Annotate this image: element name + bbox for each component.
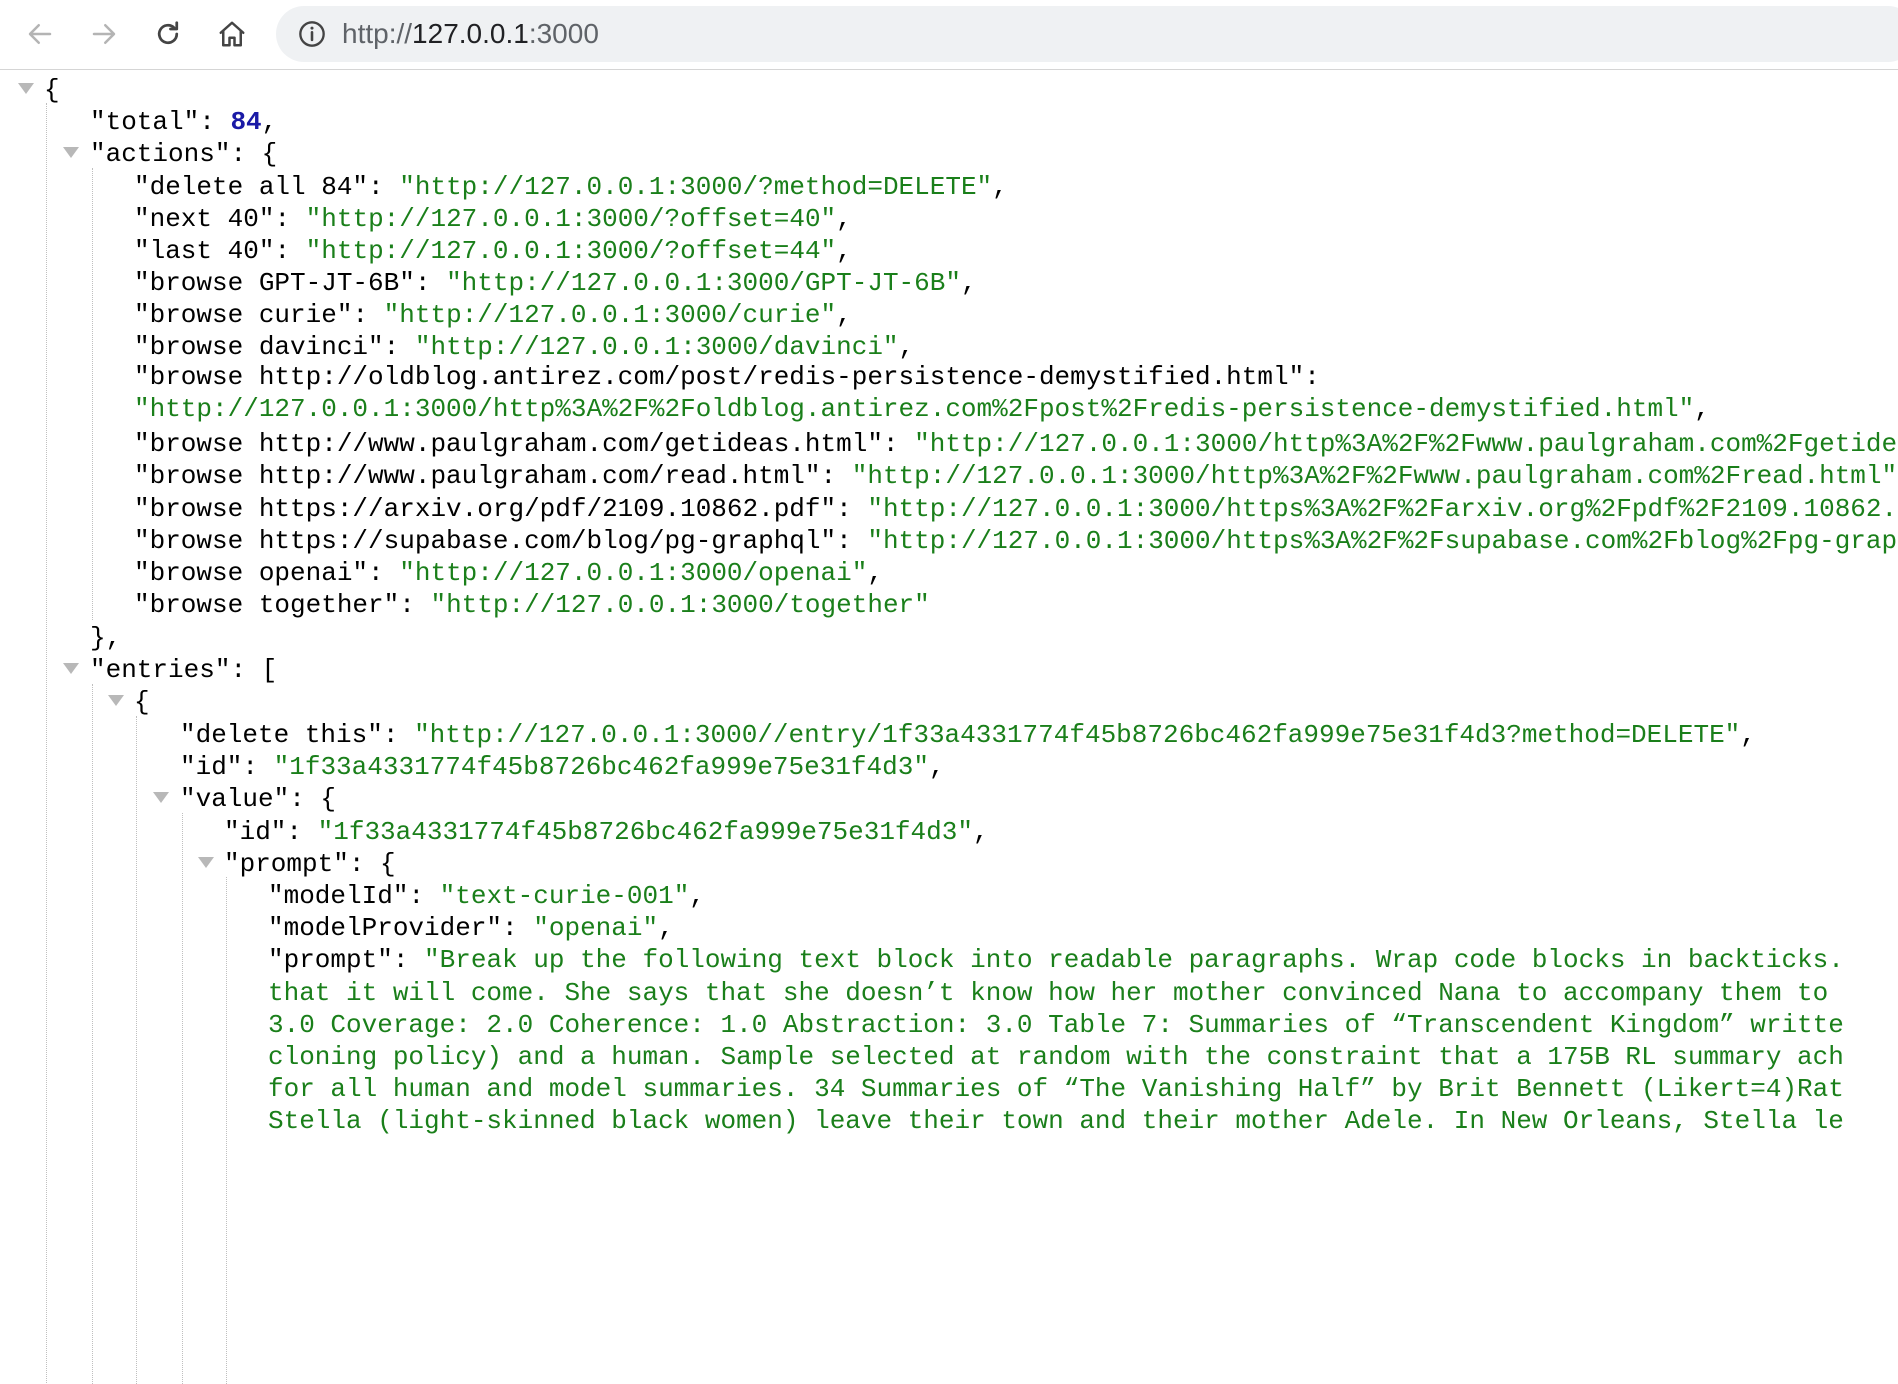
model-id-value: "text-curie-001"	[439, 881, 690, 911]
url-protocol: http://	[342, 18, 413, 49]
action-key: "browse http://www.paulgraham.com/getide…	[134, 429, 883, 459]
url-port: :3000	[528, 18, 599, 49]
prompt-text-line: that it will come. She says that she doe…	[268, 978, 1829, 1008]
value-key: "value"	[180, 784, 290, 814]
arrow-left-icon	[28, 24, 52, 44]
model-id-key: "modelId"	[268, 881, 409, 911]
info-circle-icon[interactable]	[298, 20, 326, 48]
action-key: "delete all 84"	[134, 172, 369, 202]
forward-button[interactable]	[84, 14, 124, 54]
action-key: "browse http://oldblog.antirez.com/post/…	[134, 362, 1305, 392]
id-key: "id"	[180, 752, 243, 782]
json-line-entry: {	[134, 683, 150, 722]
action-key: "browse GPT-JT-6B"	[134, 268, 415, 298]
value-id-value: "1f33a4331774f45b8726bc462fa999e75e31f4d…	[317, 817, 973, 847]
action-row: "browse together": "http://127.0.0.1:300…	[134, 590, 930, 620]
action-link[interactable]: "http://127.0.0.1:3000/https%3A%2F%2Fsup…	[867, 526, 1898, 556]
collapse-toggle-entry[interactable]	[108, 695, 124, 706]
back-button[interactable]	[20, 14, 60, 54]
indent-guide	[92, 684, 93, 1384]
browser-toolbar: http://127.0.0.1:3000	[0, 0, 1898, 70]
entries-open-bracket: [	[261, 655, 278, 685]
id-value: "1f33a4331774f45b8726bc462fa999e75e31f4d…	[273, 752, 929, 782]
action-key: "browse curie"	[134, 300, 353, 330]
total-key: "total"	[90, 107, 200, 137]
home-icon	[219, 21, 245, 47]
actions-close-brace: },	[90, 623, 122, 653]
address-bar[interactable]: http://127.0.0.1:3000	[276, 6, 1898, 62]
collapse-toggle-prompt[interactable]	[198, 857, 214, 868]
action-key: "browse together"	[134, 590, 400, 620]
reload-icon	[157, 21, 179, 45]
total-value: 84	[230, 107, 262, 137]
indent-guide	[226, 877, 227, 1384]
action-key: "browse openai"	[134, 558, 369, 588]
prompt-key: "prompt"	[268, 945, 393, 975]
prompt-text-line: 3.0 Coverage: 2.0 Coherence: 1.0 Abstrac…	[268, 1010, 1844, 1040]
arrow-right-icon	[92, 24, 116, 44]
action-key: "browse https://supabase.com/blog/pg-gra…	[134, 526, 837, 556]
action-link[interactable]: "http://127.0.0.1:3000/http%3A%2F%2Foldb…	[134, 394, 1694, 424]
prompt-text-line: "Break up the following text block into …	[424, 945, 1844, 975]
address-url[interactable]: http://127.0.0.1:3000	[342, 6, 599, 62]
action-link[interactable]: "http://127.0.0.1:3000/curie"	[384, 300, 836, 330]
action-key: "browse davinci"	[134, 332, 384, 362]
reload-button[interactable]	[148, 14, 188, 54]
collapse-toggle-value[interactable]	[153, 792, 169, 803]
action-link[interactable]: "http://127.0.0.1:3000/https%3A%2F%2Farx…	[867, 494, 1898, 524]
indent-guide	[136, 716, 137, 1384]
action-link[interactable]: "http://127.0.0.1:3000/GPT-JT-6B"	[446, 268, 961, 298]
action-link[interactable]: "http://127.0.0.1:3000/?method=DELETE"	[399, 172, 992, 202]
indent-guide	[182, 813, 183, 1384]
action-link[interactable]: "http://127.0.0.1:3000/openai"	[399, 558, 867, 588]
action-link[interactable]: "http://127.0.0.1:3000/http%3A%2F%2Fwww.…	[852, 461, 1897, 491]
action-key: "next 40"	[134, 204, 275, 234]
prompt-object-key: "prompt"	[224, 849, 349, 879]
collapse-toggle-root[interactable]	[18, 83, 34, 94]
json-viewer: { "total": 84, "actions": { "delete all …	[0, 71, 1898, 1384]
delete-this-link[interactable]: "http://127.0.0.1:3000//entry/1f33a43317…	[414, 720, 1740, 750]
home-button[interactable]	[212, 14, 252, 54]
action-link[interactable]: "http://127.0.0.1:3000/?offset=40"	[306, 204, 837, 234]
prompt-text-line: for all human and model summaries. 34 Su…	[268, 1074, 1844, 1104]
action-link[interactable]: "http://127.0.0.1:3000/?offset=44"	[306, 236, 837, 266]
action-link[interactable]: "http://127.0.0.1:3000/together"	[430, 590, 929, 620]
json-line-prompt-cont: Stella (light-skinned black women) leave…	[268, 1102, 1844, 1141]
indent-guide	[92, 168, 93, 620]
delete-this-key: "delete this"	[180, 720, 383, 750]
model-provider-value: "openai"	[533, 913, 659, 943]
prompt-text-line: Stella (light-skinned black women) leave…	[268, 1106, 1844, 1136]
actions-key: "actions"	[90, 139, 231, 169]
entries-key: "entries"	[90, 655, 231, 685]
action-key: "browse http://www.paulgraham.com/read.h…	[134, 461, 821, 491]
action-key: "last 40"	[134, 236, 275, 266]
entry-open-brace: {	[134, 687, 150, 717]
prompt-text-line: cloning policy) and a human. Sample sele…	[268, 1042, 1844, 1072]
json-line-entries: "entries": [	[90, 655, 278, 685]
action-key: "browse https://arxiv.org/pdf/2109.10862…	[134, 494, 837, 524]
action-link[interactable]: "http://127.0.0.1:3000/davinci"	[415, 332, 899, 362]
value-id-key: "id"	[224, 817, 287, 847]
root-open-brace: {	[44, 75, 60, 105]
url-host: 127.0.0.1	[412, 18, 529, 49]
collapse-toggle-entries[interactable]	[63, 663, 79, 674]
collapse-toggle-actions[interactable]	[63, 147, 79, 158]
indent-guide	[46, 103, 47, 1384]
model-provider-key: "modelProvider"	[268, 913, 503, 943]
action-link[interactable]: "http://127.0.0.1:3000/http%3A%2F%2Fwww.…	[914, 429, 1898, 459]
json-line: {	[44, 71, 60, 110]
